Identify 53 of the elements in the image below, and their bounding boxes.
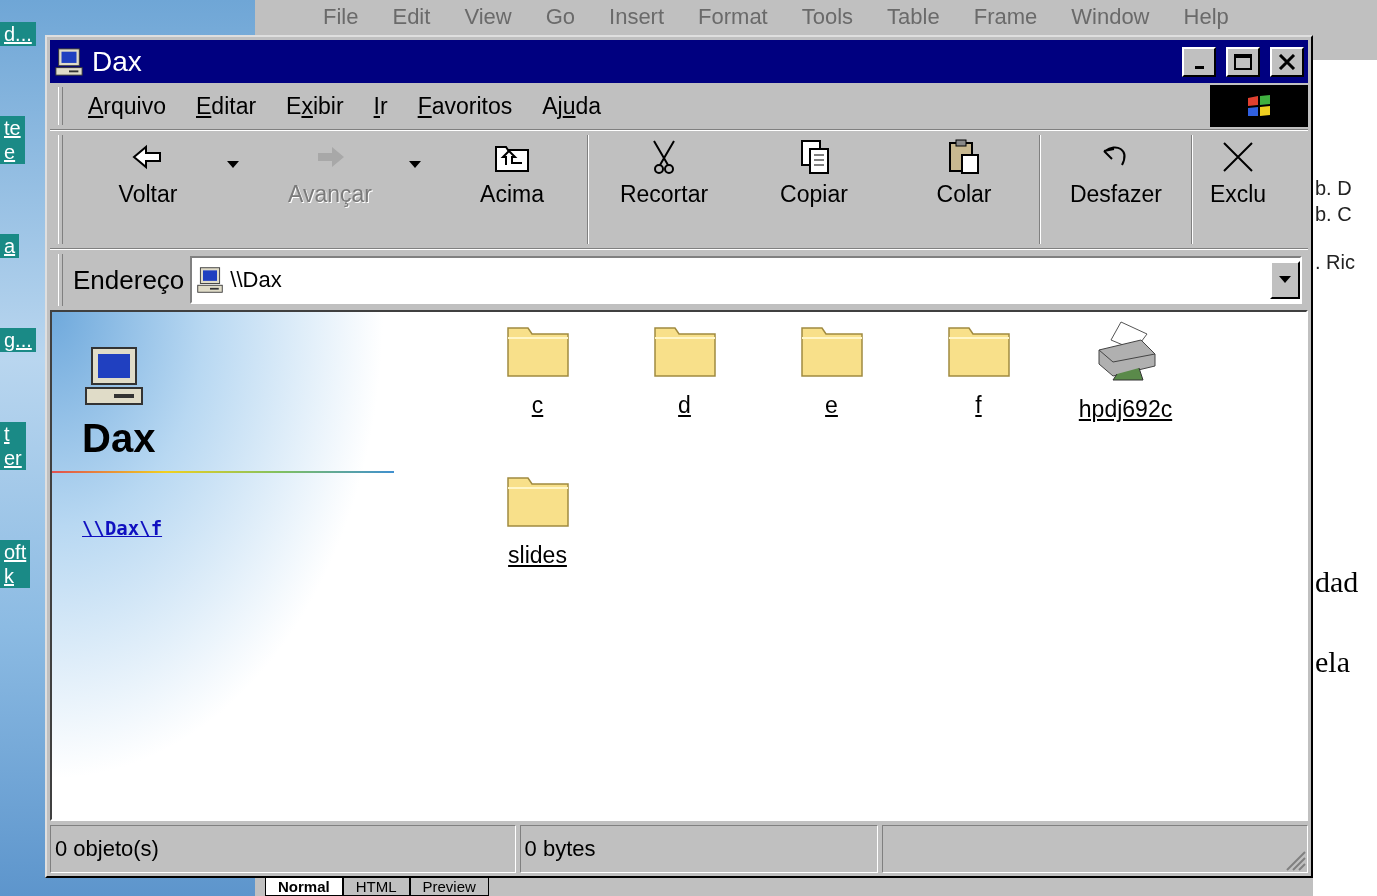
desktop-icon-label[interactable]: t er: [0, 422, 26, 470]
list-text: b. D: [1315, 176, 1353, 201]
view-tab[interactable]: HTML: [342, 878, 410, 896]
minimize-button[interactable]: [1182, 46, 1216, 77]
desktop-icon-label[interactable]: oft k: [0, 540, 31, 588]
status-pane: 0 bytes: [519, 825, 878, 873]
document-text: ela: [1315, 645, 1351, 679]
toolbar-button[interactable]: Colar: [889, 131, 1039, 248]
computer-icon: [196, 266, 225, 294]
window-title: Dax: [92, 45, 143, 78]
folder-title: Dax: [82, 416, 157, 461]
view-tab[interactable]: Normal: [265, 878, 343, 896]
caret-icon: [227, 160, 239, 169]
address-label: Endereço: [73, 264, 186, 296]
toolbar-button[interactable]: Exclu: [1193, 131, 1283, 248]
desktop-icon-label[interactable]: d...: [0, 22, 36, 46]
dropdown-button[interactable]: [1270, 261, 1300, 299]
status-pane: 0 objeto(s): [50, 825, 516, 873]
desktop-icon-label[interactable]: a: [0, 234, 20, 258]
close-icon: [1278, 53, 1296, 70]
caret-icon: [409, 160, 421, 169]
menu-item[interactable]: Ir: [358, 92, 403, 120]
toolbar-button[interactable]: Copiar: [739, 131, 889, 248]
toolbar-button[interactable]: Recortar: [589, 131, 739, 248]
list-text: . Ric: [1315, 250, 1356, 275]
desktop-icon-label[interactable]: g...: [0, 328, 36, 352]
document-text: dad: [1315, 565, 1360, 599]
toolbar-button[interactable]: Voltar: [73, 131, 223, 248]
list-text: b. C: [1315, 202, 1353, 227]
desktop-icon-label[interactable]: te e: [0, 116, 25, 164]
file-name[interactable]: hpdj692c: [1078, 396, 1173, 423]
file-name[interactable]: d: [678, 392, 691, 419]
toolbar-button[interactable]: Desfazer: [1041, 131, 1191, 248]
file-name[interactable]: e: [825, 392, 838, 419]
computer-icon: [82, 344, 146, 408]
file-name[interactable]: f: [975, 392, 982, 419]
menu-item[interactable]: Exibir: [271, 92, 359, 120]
menu-item[interactable]: Arquivo: [73, 92, 181, 120]
path-link[interactable]: \\Dax\f: [82, 517, 163, 539]
file-name[interactable]: c: [531, 392, 544, 419]
menu-item[interactable]: Ajuda: [527, 92, 617, 120]
computer-icon: [54, 46, 84, 77]
minimize-icon: [1194, 66, 1204, 69]
file-name[interactable]: slides: [508, 542, 567, 569]
maximize-icon: [1234, 53, 1252, 70]
close-button[interactable]: [1270, 46, 1304, 77]
address-field[interactable]: \\Dax: [190, 256, 1302, 304]
menu-item[interactable]: Favoritos: [402, 92, 528, 120]
caret-icon: [1279, 276, 1291, 284]
menu-item[interactable]: Editar: [181, 92, 272, 120]
view-tab[interactable]: Preview: [409, 878, 489, 896]
toolbar-button[interactable]: Acima: [437, 131, 587, 248]
maximize-button[interactable]: [1226, 46, 1260, 77]
